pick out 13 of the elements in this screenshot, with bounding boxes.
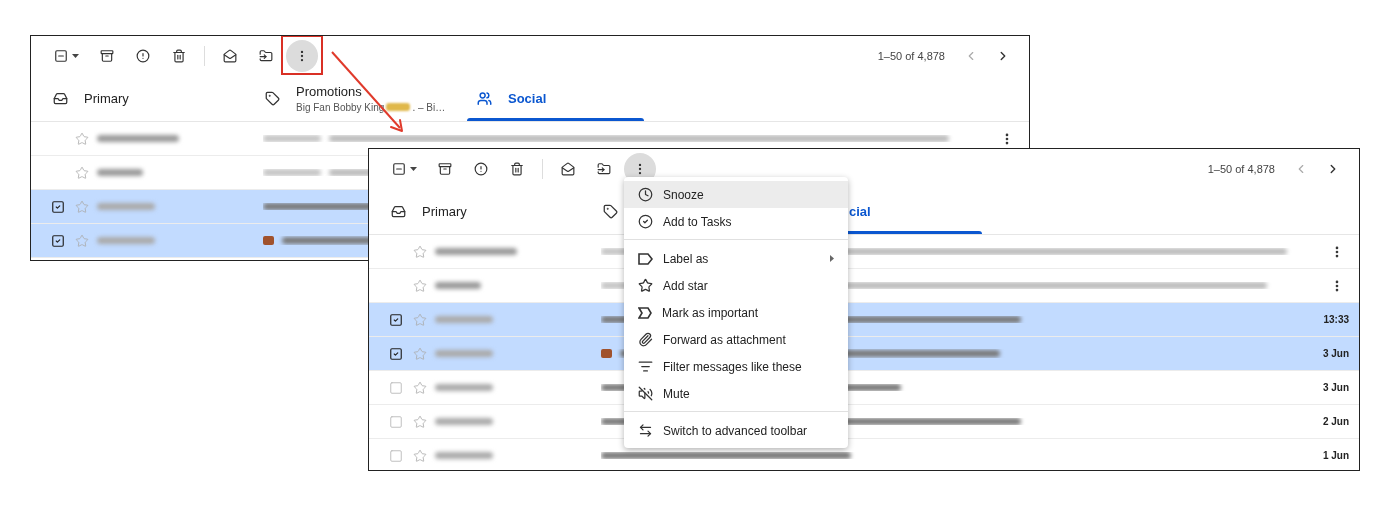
email-time: 13:33: [1322, 314, 1349, 325]
tab-label: cial: [849, 203, 871, 219]
email-time: 3 Jun: [1321, 348, 1349, 359]
email-time: 1 Jun: [1321, 450, 1349, 461]
tab-label: Primary: [422, 203, 467, 219]
tab-label: Social: [508, 90, 547, 106]
tab-snippet: . – Bi…: [412, 101, 446, 113]
email-time: 3 Jun: [1321, 382, 1349, 393]
email-time: 2 Jun: [1321, 416, 1349, 427]
pagination-text: 1–50 of 4,878: [877, 49, 945, 62]
tab-label: Primary: [84, 90, 129, 106]
pagination-text: 1–50 of 4,878: [1207, 162, 1275, 175]
tab-label: Promotions: [296, 83, 363, 99]
